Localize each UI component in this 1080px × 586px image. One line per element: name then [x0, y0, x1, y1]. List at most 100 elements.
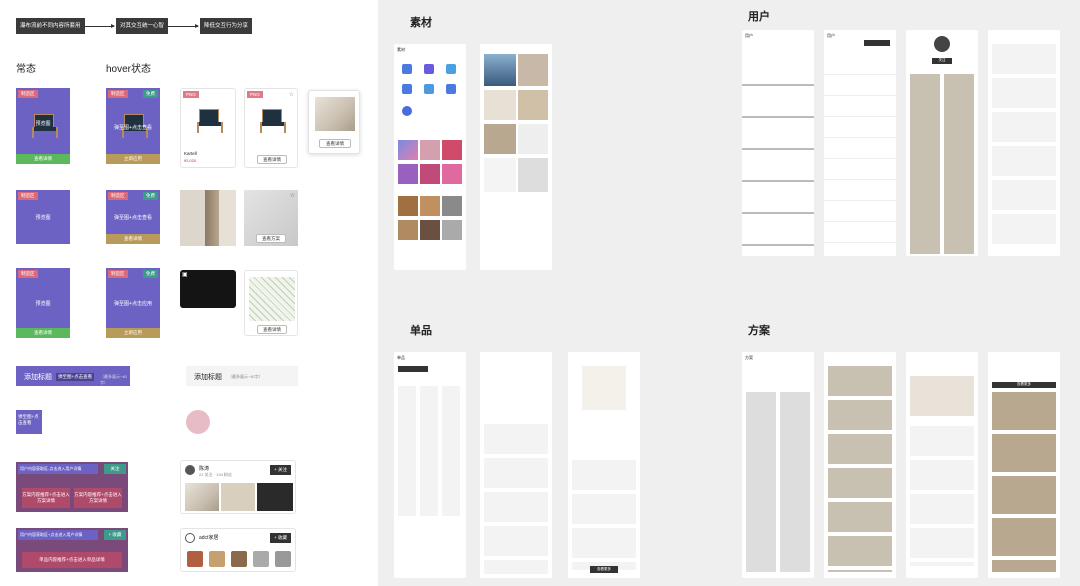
star-icon[interactable]: ☆	[289, 91, 294, 98]
material-thumb[interactable]	[518, 124, 548, 154]
video-icon: ▣	[182, 272, 188, 278]
material-thumb[interactable]	[484, 90, 516, 120]
material-screen-1: 素材	[394, 44, 466, 270]
material-thumb[interactable]	[518, 54, 548, 86]
material-thumb[interactable]	[484, 124, 516, 154]
material-card-normal[interactable]: 制造区 预览图 查看详情	[16, 88, 70, 164]
collect-button[interactable]: + 收藏	[104, 530, 126, 540]
category-icon[interactable]	[446, 64, 456, 74]
brand-product-2	[209, 551, 225, 567]
category-icon[interactable]	[402, 106, 412, 116]
scheme-images[interactable]	[992, 392, 1056, 572]
material-thumb[interactable]	[398, 196, 418, 216]
material-thumb[interactable]	[484, 54, 516, 86]
more-button[interactable]: 查看更多	[992, 382, 1056, 388]
material-thumb[interactable]	[442, 196, 462, 216]
chair-image	[260, 109, 286, 133]
follow-button[interactable]: + 关注	[270, 465, 291, 475]
category-icon[interactable]	[424, 84, 434, 94]
plan-card-hover[interactable]: 查看详情	[244, 270, 298, 336]
scheme-image[interactable]	[180, 190, 236, 246]
category-icon[interactable]	[402, 64, 412, 74]
collect-button[interactable]: + 收藏	[270, 533, 291, 543]
user-works[interactable]	[910, 74, 974, 254]
video-image[interactable]: ▣	[180, 270, 236, 308]
scheme-card-normal[interactable]: 制造区 预览图	[16, 190, 70, 244]
user-recommend-block-2[interactable]: 用户内容获取区+点击进入用户详情 + 收藏 单品内容推荐+点击进入单品详情	[16, 528, 128, 572]
material-card-hover[interactable]: 制造区 免费 弹至图+点击查看 立即应用	[106, 88, 160, 164]
brand-card[interactable]: adct家居 + 收藏	[180, 528, 296, 572]
tab-active[interactable]	[864, 40, 890, 46]
product-grid[interactable]	[484, 424, 548, 574]
product-recommend[interactable]: 单品内容推荐+点击进入单品详情	[22, 552, 122, 568]
follow-button[interactable]: 关注	[104, 464, 126, 474]
product-name: Kartell	[184, 151, 197, 156]
material-thumb[interactable]	[398, 164, 418, 184]
material-thumb[interactable]	[518, 90, 548, 120]
tab-active[interactable]	[398, 366, 428, 372]
scheme-image-hover[interactable]: ☆ 查看方案	[244, 190, 298, 246]
material-thumb[interactable]	[398, 140, 418, 160]
view-bar[interactable]: 立即应用	[106, 328, 160, 338]
category-icon[interactable]	[424, 64, 434, 74]
view-detail-button[interactable]: 查看详情	[319, 139, 351, 148]
video-card-normal[interactable]: 制造区 预览图 查看详情	[16, 268, 70, 338]
video-card-hover[interactable]: 制造区 免费 弹至图+点击应用 立即应用	[106, 268, 160, 338]
view-bar[interactable]: 查看详情	[106, 234, 160, 244]
brand-product-4	[253, 551, 269, 567]
add-title-text: 添加标题	[194, 374, 222, 381]
material-thumb[interactable]	[420, 220, 440, 240]
material-thumb[interactable]	[484, 158, 516, 192]
scheme-card-hover[interactable]: 制造区 免费 弹至图+点击查看 查看详情	[106, 190, 160, 244]
user-list[interactable]	[824, 54, 896, 254]
product-card[interactable]: PNG Kartell ¥3,020	[180, 88, 236, 168]
view-detail-button[interactable]: 查看详情	[257, 325, 287, 334]
user-card[interactable]: 陈涛 22 关注 · 134 粉丝 + 关注	[180, 460, 296, 514]
user-row-label: 用户内容获取区-点击进入用户详情	[18, 464, 98, 474]
product-grid[interactable]	[992, 44, 1056, 244]
product-grid[interactable]	[910, 426, 974, 566]
star-icon[interactable]: ☆	[290, 192, 295, 199]
preview-label: 预览图	[35, 215, 51, 221]
user-meta: 22 关注 · 134 粉丝	[199, 472, 232, 477]
material-thumb[interactable]	[518, 158, 548, 192]
user-work-2	[221, 483, 255, 511]
material-screen-2	[480, 44, 552, 270]
product-screen-3: 查看更多	[568, 352, 640, 578]
user-list[interactable]	[742, 54, 814, 254]
material-tag: 制造区	[18, 270, 38, 278]
apply-bar[interactable]: 查看详情	[16, 328, 70, 338]
section-scheme-title: 方案	[748, 325, 770, 337]
material-thumb[interactable]	[442, 164, 462, 184]
view-scheme-button[interactable]: 查看方案	[256, 234, 286, 243]
material-thumb[interactable]	[420, 140, 440, 160]
material-thumb[interactable]	[420, 164, 440, 184]
material-thumb[interactable]	[398, 220, 418, 240]
view-bar[interactable]: 立即应用	[106, 154, 160, 164]
material-thumb[interactable]	[442, 220, 462, 240]
product-card-hover[interactable]: PNG ☆ 查看详情	[244, 88, 298, 168]
product-grid[interactable]	[572, 460, 636, 570]
screen-title: 用户	[827, 33, 835, 38]
scheme-list[interactable]	[828, 366, 892, 572]
material-thumb[interactable]	[420, 196, 440, 216]
category-grid[interactable]	[398, 386, 462, 516]
view-detail-button[interactable]: 查看详情	[257, 155, 287, 164]
follow-button[interactable]: 关注	[932, 58, 952, 64]
material-card-preview[interactable]: 查看详情	[308, 90, 360, 154]
add-title-hover[interactable]: 添加标题 弹至图+点击查看 （最多展示~40字）	[16, 366, 130, 386]
brand-logo	[185, 533, 195, 543]
small-preview[interactable]: 弹至图+点击查看	[16, 410, 42, 434]
scheme-recommend-right[interactable]: 方案内容推荐+点击进入方案详情	[74, 488, 122, 508]
add-title-normal[interactable]: 添加标题 （最多展示~40字）	[186, 366, 298, 386]
chair-image	[197, 109, 223, 133]
user-screen-2: 用户	[824, 30, 896, 256]
category-icon[interactable]	[402, 84, 412, 94]
material-thumb[interactable]	[442, 140, 462, 160]
scheme-grid[interactable]	[746, 392, 810, 572]
scheme-recommend-left[interactable]: 方案内容推荐+点击进入方案详情	[22, 488, 70, 508]
more-button[interactable]: 查看更多	[590, 566, 618, 573]
category-icon[interactable]	[446, 84, 456, 94]
apply-bar[interactable]: 查看详情	[16, 154, 70, 164]
user-recommend-block[interactable]: 用户内容获取区-点击进入用户详情 关注 方案内容推荐+点击进入方案详情 方案内容…	[16, 462, 128, 512]
